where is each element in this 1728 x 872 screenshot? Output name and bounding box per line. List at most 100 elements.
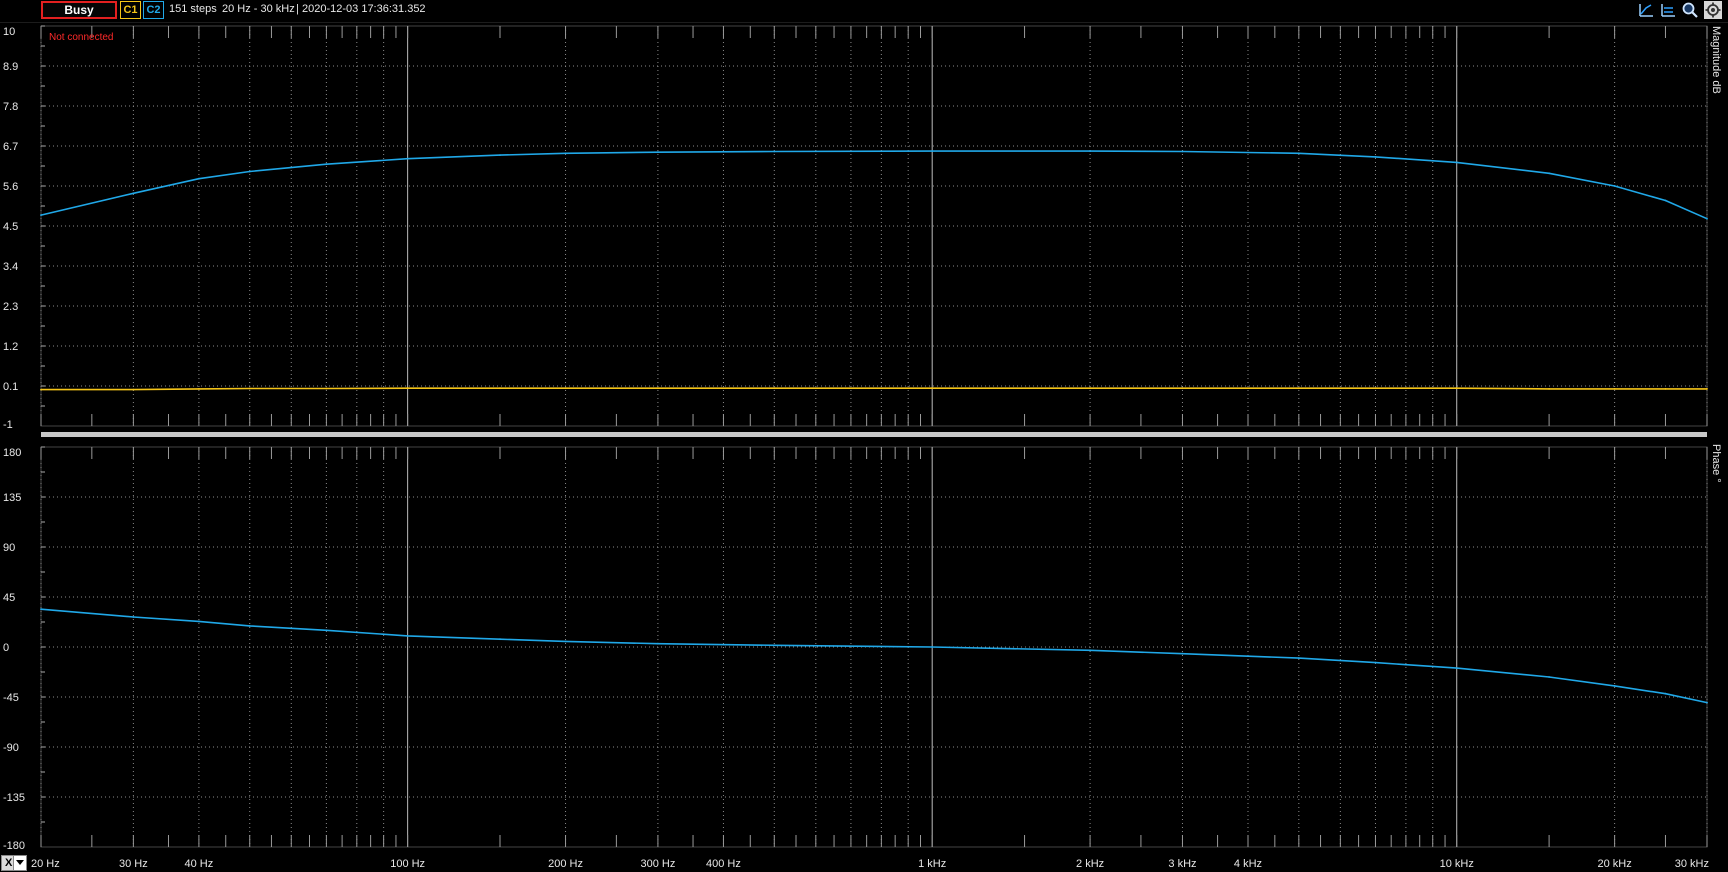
magnitude-point-c2 bbox=[1297, 152, 1300, 155]
phase-point-c2 bbox=[564, 640, 567, 643]
magnitude-point-c2 bbox=[132, 192, 135, 195]
magnitude-point-c1 bbox=[1374, 387, 1377, 390]
phase-point-c2 bbox=[1181, 652, 1184, 655]
magnitude-point-c1 bbox=[1181, 387, 1184, 390]
phase-point-c2 bbox=[931, 646, 934, 648]
x-tick-label: 300 Hz bbox=[640, 858, 675, 870]
x-tick-label: 200 Hz bbox=[548, 858, 583, 870]
x-tick-label: 20 kHz bbox=[1598, 858, 1632, 870]
magnitude-ytick-label: 5.6 bbox=[3, 181, 18, 193]
magnitude-point-c1 bbox=[132, 388, 135, 391]
phase-point-c2 bbox=[40, 608, 42, 611]
magnitude-ytick-label: 10 bbox=[3, 26, 15, 38]
x-tick-label: 400 Hz bbox=[706, 858, 741, 870]
magnitude-point-c1 bbox=[1297, 387, 1300, 390]
magnitude-point-c1 bbox=[1548, 388, 1550, 390]
phase-point-c2 bbox=[1706, 701, 1708, 704]
phase-ytick-label: 45 bbox=[3, 592, 15, 604]
phase-ytick-label: -90 bbox=[3, 742, 19, 754]
phase-point-c2 bbox=[1664, 692, 1667, 695]
panel-splitter[interactable] bbox=[41, 432, 1707, 437]
magnitude-point-c2 bbox=[1089, 150, 1091, 153]
x-tick-label: 2 kHz bbox=[1076, 858, 1104, 870]
phase-ytick-label: 180 bbox=[3, 447, 21, 459]
magnitude-point-c1 bbox=[773, 387, 776, 390]
phase-point-c2 bbox=[1455, 667, 1458, 669]
x-tick-label: 30 Hz bbox=[119, 858, 148, 870]
magnitude-point-c2 bbox=[773, 150, 776, 153]
magnitude-point-c1 bbox=[40, 388, 42, 391]
phase-axis-title: Phase ° bbox=[1710, 444, 1722, 483]
x-tick-label: 30 kHz bbox=[1675, 858, 1709, 870]
magnitude-ytick-label: -1 bbox=[3, 419, 13, 431]
magnitude-point-c2 bbox=[1706, 217, 1708, 220]
magnitude-ytick-label: 8.9 bbox=[3, 61, 18, 73]
phase-point-c2 bbox=[406, 635, 409, 637]
magnitude-point-c1 bbox=[657, 387, 659, 390]
phase-point-c2 bbox=[1613, 685, 1616, 687]
magnitude-point-c2 bbox=[499, 154, 501, 157]
magnitude-point-c1 bbox=[198, 388, 200, 390]
phase-point-c2 bbox=[1548, 676, 1550, 678]
magnitude-axis-title: Magnitude dB bbox=[1710, 26, 1722, 94]
phase-ytick-label: 135 bbox=[3, 492, 21, 504]
x-tick-label: 1 kHz bbox=[918, 858, 946, 870]
magnitude-point-c2 bbox=[931, 150, 934, 153]
magnitude-point-c1 bbox=[325, 387, 328, 390]
phase-point-c2 bbox=[198, 620, 200, 623]
x-tick-label: 3 kHz bbox=[1168, 858, 1196, 870]
phase-ytick-label: 0 bbox=[3, 642, 9, 654]
x-tick-label: 10 kHz bbox=[1440, 858, 1474, 870]
magnitude-ytick-label: 6.7 bbox=[3, 141, 18, 153]
magnitude-point-c2 bbox=[40, 214, 42, 217]
phase-point-c2 bbox=[773, 644, 776, 647]
phase-point-c2 bbox=[1374, 661, 1377, 664]
magnitude-point-c2 bbox=[657, 151, 659, 154]
x-tick-label: 100 Hz bbox=[390, 858, 425, 870]
magnitude-point-c2 bbox=[1548, 172, 1550, 175]
x-tick-label: 20 Hz bbox=[31, 858, 60, 870]
phase-ytick-label: -180 bbox=[3, 840, 25, 852]
magnitude-point-c2 bbox=[1374, 156, 1377, 158]
magnitude-point-c1 bbox=[1455, 387, 1458, 390]
phase-ytick-label: -45 bbox=[3, 692, 19, 704]
magnitude-ytick-label: 0.1 bbox=[3, 381, 18, 393]
phase-plot: 180 135 90 45 0 -45 -90 -135 -180 20 Hz 30 Hz 40 Hz… bbox=[3, 446, 1709, 870]
magnitude-ytick-label: 4.5 bbox=[3, 221, 18, 233]
x-tick-label: 40 Hz bbox=[185, 858, 214, 870]
phase-point-c2 bbox=[325, 629, 328, 632]
magnitude-point-c1 bbox=[931, 387, 934, 390]
magnitude-point-c2 bbox=[1664, 199, 1667, 202]
magnitude-point-c2 bbox=[1455, 161, 1458, 164]
x-axis-selector-label: X bbox=[5, 857, 13, 869]
x-tick-label: 4 kHz bbox=[1234, 858, 1262, 870]
magnitude-ytick-label: 1.2 bbox=[3, 341, 18, 353]
magnitude-point-c1 bbox=[564, 387, 567, 390]
phase-point-c2 bbox=[1297, 657, 1300, 659]
magnitude-point-c1 bbox=[1706, 388, 1708, 390]
magnitude-point-c2 bbox=[248, 170, 251, 173]
magnitude-ytick-label: 7.8 bbox=[3, 101, 18, 113]
magnitude-point-c2 bbox=[325, 163, 328, 166]
phase-ytick-label: -135 bbox=[3, 792, 25, 804]
chevron-down-icon[interactable] bbox=[13, 856, 26, 870]
magnitude-point-c1 bbox=[1089, 387, 1091, 390]
phase-point-c2 bbox=[499, 638, 501, 641]
magnitude-point-c1 bbox=[1664, 388, 1667, 390]
magnitude-point-c2 bbox=[1181, 150, 1184, 153]
magnitude-ytick-label: 3.4 bbox=[3, 261, 18, 273]
magnitude-point-c1 bbox=[248, 387, 251, 390]
phase-point-c2 bbox=[657, 642, 659, 645]
magnitude-point-c1 bbox=[499, 387, 501, 390]
magnitude-point-c1 bbox=[406, 387, 409, 390]
magnitude-point-c2 bbox=[406, 157, 409, 160]
x-axis-selector[interactable]: X bbox=[1, 855, 27, 871]
magnitude-ytick-label: 2.3 bbox=[3, 301, 18, 313]
not-connected-label: Not connected bbox=[49, 32, 114, 43]
phase-point-c2 bbox=[1089, 649, 1091, 652]
phase-point-c2 bbox=[132, 616, 135, 618]
phase-point-c2 bbox=[248, 625, 251, 627]
magnitude-plot: 10 8.9 7.8 6.7 5.6 4.5 3.4 2.3 1.2 0.1 -1 Not conne… bbox=[3, 25, 1708, 431]
magnitude-point-c2 bbox=[198, 177, 200, 180]
magnitude-point-c2 bbox=[1613, 185, 1616, 187]
